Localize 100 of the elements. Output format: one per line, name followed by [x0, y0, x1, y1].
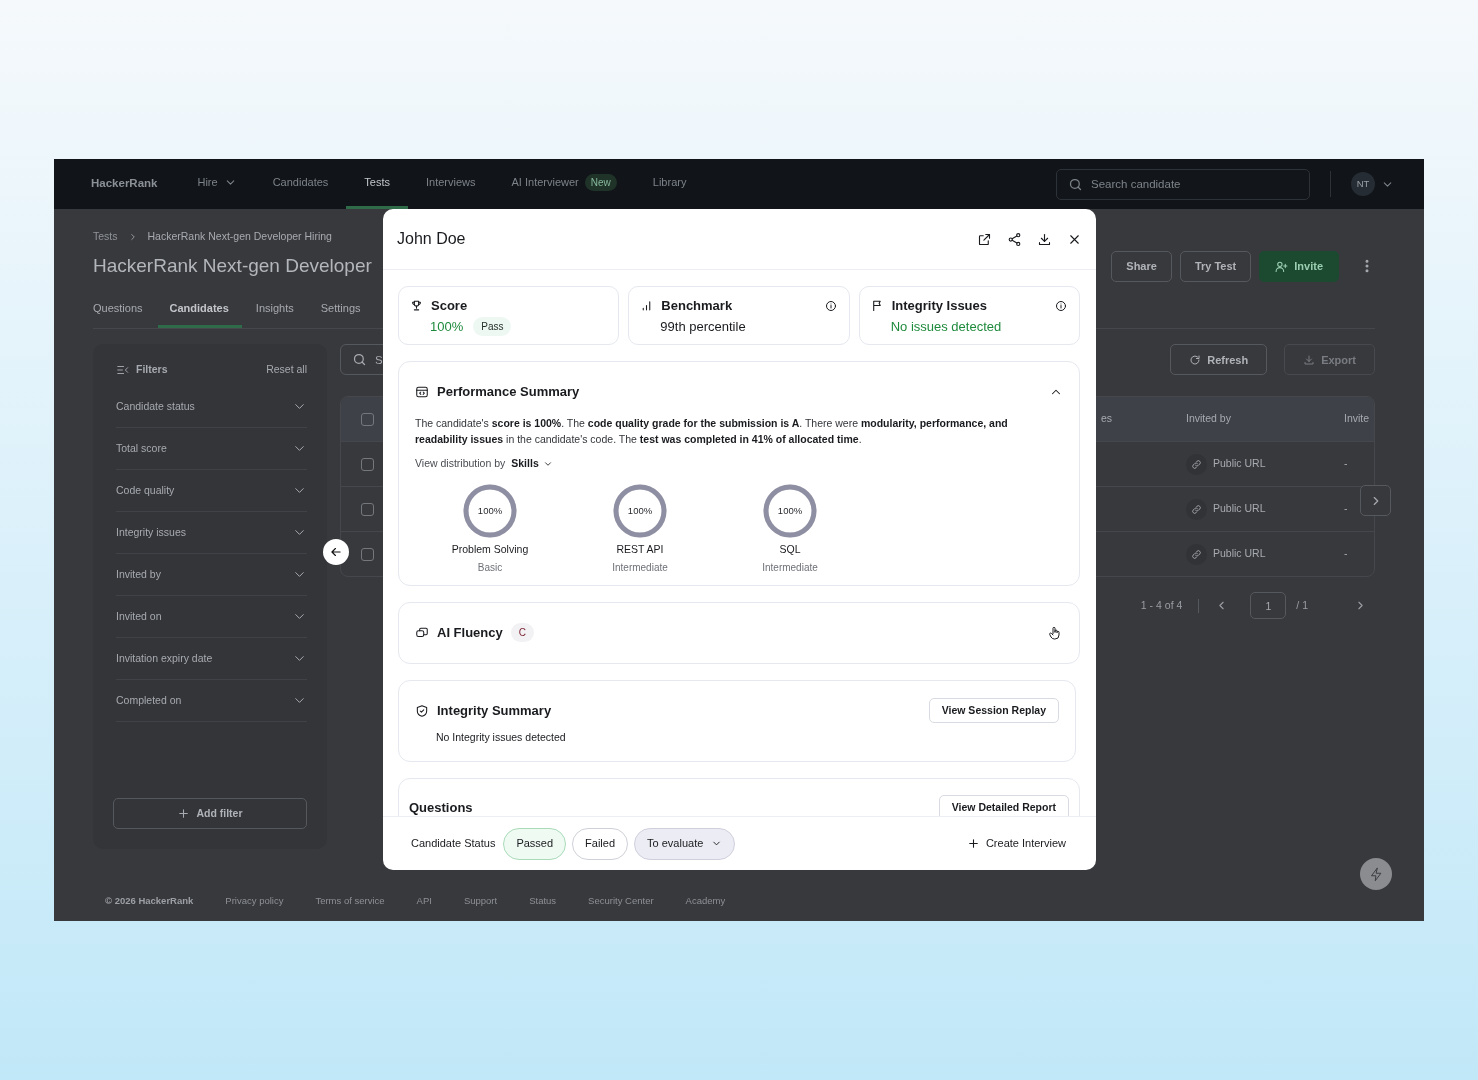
tab[interactable]: Questions [93, 299, 156, 329]
stat-value: No issues detected [890, 317, 1002, 336]
footer-link[interactable]: Security Center [588, 894, 654, 909]
breadcrumb-item[interactable]: Tests [93, 229, 118, 245]
ring-value: 100% [627, 503, 653, 518]
candidate-name: John Doe [397, 229, 466, 249]
share-icon[interactable] [1007, 231, 1022, 247]
section-title: AI Fluency [437, 624, 503, 641]
logo[interactable]: HackerRank [91, 175, 158, 193]
filter-item[interactable]: Candidate status [116, 386, 307, 428]
link-icon [1186, 498, 1207, 520]
progress-ring [762, 482, 818, 539]
skill-name: SQL [779, 541, 801, 557]
nav-item[interactable]: AI Interviewer New [493, 159, 635, 209]
trophy-icon [410, 299, 423, 313]
download-icon [1303, 353, 1316, 366]
reset-link[interactable]: Reset all [266, 362, 307, 378]
detailed-report-button[interactable]: View Detailed Report [938, 795, 1069, 816]
header-button[interactable]: Try Test [1179, 250, 1252, 282]
filter-item[interactable]: Code quality [116, 470, 307, 512]
skill-name: Problem Solving [451, 541, 529, 557]
stat-value: 99th percentile [660, 317, 746, 336]
table-cell-text: - [1344, 456, 1349, 472]
checkbox[interactable] [361, 412, 374, 426]
info-icon[interactable] [824, 299, 837, 312]
page-input[interactable]: 1 [1250, 592, 1287, 620]
nav-item[interactable]: Interviews [408, 159, 494, 209]
summary-text: The candidate's score is 100%. The code quality grade for the submission is A. There were modularity, performance, and readability issues in the candidate's code. The test was completed in 41% of allocated time. [415, 416, 1009, 447]
table-cell-text: Public URL [1213, 501, 1266, 517]
skill-name: REST API [616, 541, 664, 557]
integrity-text: No Integrity issues detected [436, 729, 567, 745]
refresh-button[interactable]: Refresh [1170, 344, 1268, 376]
status-button[interactable]: Passed [503, 827, 567, 860]
filter-item[interactable]: Completed on [116, 680, 307, 722]
column-header: Invite [1344, 411, 1371, 427]
checkbox[interactable] [361, 457, 374, 471]
stat-label: Benchmark [661, 297, 733, 315]
stat-value: 100% [430, 317, 464, 336]
new-badge: New [584, 174, 617, 191]
table-cell-text: Public URL [1213, 546, 1266, 562]
footer-link[interactable]: Support [463, 894, 498, 909]
page-range: 1 - 4 of 4 [1140, 597, 1183, 613]
footer-link[interactable]: Terms of service [315, 894, 385, 909]
status-button[interactable]: Failed [572, 827, 629, 860]
tab[interactable]: Candidates [157, 299, 242, 329]
footer-link[interactable]: Status [529, 894, 557, 909]
stat-label: Score [431, 297, 468, 315]
hand-cursor-icon [1047, 624, 1063, 641]
footer-link[interactable]: API [416, 894, 432, 909]
progress-ring [612, 482, 668, 539]
search-field[interactable]: Search candidate [1056, 168, 1310, 200]
distribution-dropdown[interactable]: Skills [511, 456, 553, 472]
refresh-icon [1189, 353, 1202, 366]
plus-icon [177, 807, 191, 821]
external-link-icon[interactable] [977, 231, 992, 247]
user-avatar[interactable]: NT [1351, 172, 1375, 196]
nav-item[interactable]: Hire [179, 159, 255, 209]
filter-item[interactable]: Invited by [116, 554, 307, 596]
section-title: Performance Summary [437, 384, 580, 400]
filter-item[interactable]: Invitation expiry date [116, 638, 307, 680]
code-window-icon [415, 385, 429, 399]
grade-badge: C [510, 623, 534, 642]
checkbox[interactable] [361, 547, 374, 561]
status-label: Candidate Status [411, 836, 496, 852]
lightning-icon [1368, 866, 1384, 882]
tab[interactable]: Insights [255, 299, 307, 329]
filter-item[interactable]: Invited on [116, 596, 307, 638]
nav-item[interactable]: Library [634, 159, 705, 209]
copyright-text: © 2026 HackerRank [105, 894, 194, 908]
filter-item[interactable]: Integrity issues [116, 512, 307, 554]
page-title: HackerRank Next-gen Developer [93, 254, 372, 278]
nav-item[interactable]: Candidates [254, 159, 347, 209]
page-total: / 1 [1296, 597, 1308, 613]
session-replay-button[interactable]: View Session Replay [928, 697, 1059, 724]
header-button[interactable]: Share [1111, 250, 1172, 282]
quick-action-button[interactable] [1360, 858, 1392, 890]
user-plus-icon [1275, 259, 1289, 273]
column-header: Invited by [1186, 411, 1232, 427]
arrow-left-icon [329, 545, 343, 559]
flag-icon [870, 299, 884, 313]
create-interview-button[interactable]: Create Interview [966, 835, 1066, 852]
tab[interactable]: Settings [320, 299, 374, 329]
info-icon[interactable] [1055, 299, 1067, 312]
table-cell-text: - [1344, 501, 1349, 517]
back-button[interactable] [323, 539, 349, 565]
skill-level: Basic [477, 560, 503, 575]
footer-link[interactable]: Academy [685, 894, 726, 909]
table-cell-text: - [1344, 546, 1349, 562]
download-icon[interactable] [1037, 231, 1052, 247]
status-button[interactable]: To evaluate [634, 827, 736, 860]
chat-icon [415, 625, 429, 640]
invite-button[interactable]: Invite [1259, 250, 1339, 282]
section-title: Questions [409, 800, 473, 816]
column-header: es [1100, 411, 1114, 427]
skill-level: Intermediate [762, 560, 818, 575]
filter-item[interactable]: Total score [116, 428, 307, 470]
footer-link[interactable]: Privacy policy [225, 894, 284, 909]
stat-label: Integrity Issues [891, 297, 988, 315]
checkbox[interactable] [361, 502, 374, 516]
add-filter-button[interactable]: Add filter [113, 798, 307, 830]
